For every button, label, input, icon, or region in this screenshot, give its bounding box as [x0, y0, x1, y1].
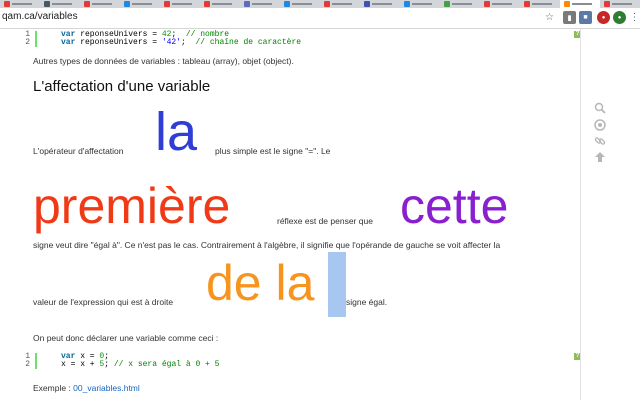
- tab-favicon-icon: [404, 1, 410, 7]
- browser-tab[interactable]: [240, 0, 281, 8]
- code-line: 2 var reponseUnivers = '42'; // chaîne de…: [25, 38, 577, 47]
- paragraph: valeur de l'expression qui est à droite: [33, 297, 174, 307]
- text-selection: [328, 252, 346, 317]
- browser-tab[interactable]: [200, 0, 241, 8]
- paragraph: L'opérateur d'affectation: [33, 146, 124, 156]
- exemple-link[interactable]: 00_variables.html: [73, 383, 140, 393]
- link-icon[interactable]: [593, 134, 607, 148]
- paragraph: réflexe est de penser que: [277, 216, 373, 226]
- tab-favicon-icon: [444, 1, 450, 7]
- tab-favicon-icon: [4, 1, 10, 7]
- overlay-word-la: la: [155, 102, 198, 162]
- browser-tab[interactable]: [0, 0, 41, 8]
- overlay-word-cette: cette: [400, 178, 509, 234]
- tab-title: [372, 3, 392, 5]
- section-heading: L'affectation d'une variable: [33, 78, 211, 95]
- tab-title: [132, 3, 152, 5]
- browser-tab[interactable]: [520, 0, 561, 8]
- code-value: '42': [161, 38, 182, 47]
- tab-favicon-icon: [524, 1, 530, 7]
- tab-favicon-icon: [164, 1, 170, 7]
- tab-title: [412, 3, 432, 5]
- overlay-word-de-la: de la: [206, 255, 315, 311]
- tab-title: [92, 3, 112, 5]
- tab-title: [332, 3, 352, 5]
- line-number: 2: [25, 38, 30, 47]
- content-border: [580, 29, 581, 400]
- code-text: reponseUnivers =: [75, 38, 162, 47]
- page-content: ? 1 var reponseUnivers = 42; // nombre 2 var…: [0, 29, 581, 400]
- tab-favicon-icon: [324, 1, 330, 7]
- tab-favicon-icon: [364, 1, 370, 7]
- tab-title: [452, 3, 472, 5]
- browser-tab[interactable]: [360, 0, 401, 8]
- tab-title: [292, 3, 312, 5]
- code-keyword: var: [61, 38, 76, 47]
- overlay-word-premiere: première: [33, 178, 231, 234]
- search-icon[interactable]: [593, 101, 607, 115]
- paragraph: signe égal.: [346, 297, 388, 307]
- tab-title: [612, 3, 632, 5]
- settings-icon[interactable]: [593, 118, 607, 132]
- browser-tab[interactable]: [320, 0, 361, 8]
- browser-tab[interactable]: [560, 0, 601, 8]
- tab-favicon-icon: [204, 1, 210, 7]
- exemple-line: Exemple : 00_variables.html: [33, 383, 140, 393]
- tab-title: [212, 3, 232, 5]
- browser-tab[interactable]: [80, 0, 121, 8]
- line-number: 2: [25, 360, 30, 369]
- exemple-label: Exemple :: [33, 383, 74, 393]
- address-bar: qam.ca/variables ☆ ▮ ■ ● ● ⋮: [0, 8, 640, 29]
- tab-title: [252, 3, 272, 5]
- browser-tab[interactable]: [160, 0, 201, 8]
- paragraph: signe veut dire "égal à". Ce n'est pas l…: [33, 240, 501, 250]
- tab-title: [52, 3, 72, 5]
- menu-icon[interactable]: ⋮: [628, 11, 640, 24]
- tab-favicon-icon: [44, 1, 50, 7]
- extension-icon[interactable]: ■: [579, 11, 592, 24]
- star-icon[interactable]: ☆: [543, 11, 556, 24]
- browser-tab[interactable]: [120, 0, 161, 8]
- tab-favicon-icon: [284, 1, 290, 7]
- tab-title: [572, 3, 592, 5]
- tab-strip: [0, 0, 640, 8]
- code-text: x = x +: [61, 360, 100, 369]
- tab-favicon-icon: [564, 1, 570, 7]
- code-text: ;: [104, 360, 114, 369]
- code-line: 2x = x + 5; // x sera égal à 0 + 5: [25, 360, 577, 369]
- paragraph: On peut donc déclarer une variable comme…: [33, 333, 219, 343]
- code-comment: // x sera égal à 0 + 5: [113, 360, 220, 369]
- tab-title: [492, 3, 512, 5]
- code-block: ? 1 var reponseUnivers = 42; // nombre 2 var…: [25, 31, 581, 47]
- tab-favicon-icon: [244, 1, 250, 7]
- tab-favicon-icon: [484, 1, 490, 7]
- tab-favicon-icon: [604, 1, 610, 7]
- code-text: ;: [181, 38, 196, 47]
- browser-tab[interactable]: [40, 0, 81, 8]
- extension-icon[interactable]: ●: [597, 11, 610, 24]
- extension-icon[interactable]: ●: [613, 11, 626, 24]
- up-arrow-icon[interactable]: [593, 150, 607, 164]
- tab-title: [172, 3, 192, 5]
- tab-title: [532, 3, 552, 5]
- code-block: ? 1 var x = 0; 2 x = x + 5; // x sera égal à…: [25, 353, 581, 369]
- paragraph: plus simple est le signe "=". Le: [215, 146, 331, 156]
- url-field[interactable]: qam.ca/variables: [2, 11, 78, 22]
- browser-tab[interactable]: [600, 0, 640, 8]
- browser-tab[interactable]: [400, 0, 441, 8]
- code-comment: // chaîne de caractère: [195, 38, 302, 47]
- tab-favicon-icon: [84, 1, 90, 7]
- extension-icon[interactable]: ▮: [563, 11, 576, 24]
- tab-favicon-icon: [124, 1, 130, 7]
- paragraph: Autres types de données de variables : t…: [33, 56, 294, 66]
- tab-title: [12, 3, 32, 5]
- browser-tab[interactable]: [280, 0, 321, 8]
- browser-tab[interactable]: [440, 0, 481, 8]
- browser-tab[interactable]: [480, 0, 521, 8]
